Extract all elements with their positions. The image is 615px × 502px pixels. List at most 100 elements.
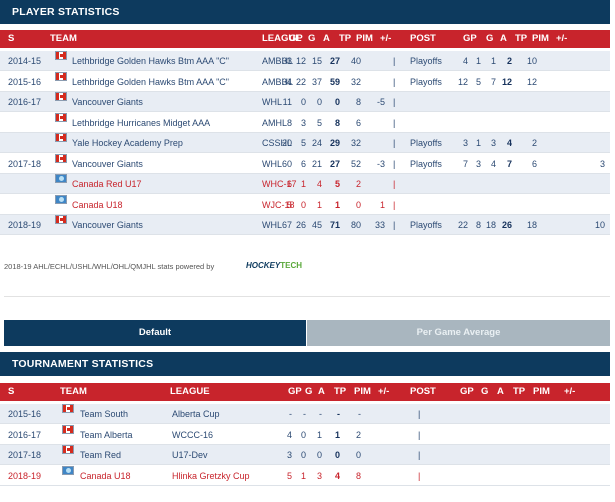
team-link[interactable]: Team Red [80, 445, 121, 465]
stat-pim: 2 [355, 429, 361, 440]
player-stats-row: 2016-17 Vancouver Giants WHL 11 0 0 0 8 -5 | [0, 92, 610, 112]
team-link[interactable]: Vancouver Giants [72, 154, 143, 174]
col-post-a: A [497, 386, 504, 397]
hockeytech-logo-b: TECH [280, 261, 303, 270]
team-link[interactable]: Canada Red U17 [72, 174, 142, 194]
stat-gp: 8 [286, 117, 292, 128]
team-link[interactable]: Team South [80, 404, 128, 424]
stat-a: 37 [311, 76, 322, 87]
season-link[interactable]: 2015-16 [8, 404, 41, 424]
stat-a: 0 [316, 450, 322, 460]
stat-pim: - [358, 409, 361, 419]
stat-pa: 1 [490, 56, 496, 66]
team-link[interactable]: Lethbridge Golden Hawks Btm AAA "C" [72, 72, 229, 92]
stat-pim: 52 [350, 158, 361, 169]
league-link[interactable]: AMHL [262, 113, 287, 133]
col-a: A [323, 33, 330, 44]
stat-pg: 1 [475, 138, 481, 148]
stat-g: 5 [300, 138, 306, 148]
stat-ptp: 12 [501, 76, 512, 87]
stat-pm: -3 [376, 158, 385, 169]
stat-a: 3 [316, 470, 322, 481]
stat-gp: 5 [286, 470, 292, 481]
col-pim: PIM [356, 33, 373, 44]
season-link[interactable]: 2017-18 [8, 445, 41, 465]
stat-pgp: 7 [462, 158, 468, 169]
league-link[interactable]: WHL [262, 92, 282, 112]
season-link[interactable]: 2017-18 [8, 154, 41, 174]
league-link[interactable]: U17-Dev [172, 445, 208, 465]
season-link[interactable]: 2014-15 [8, 51, 41, 71]
stat-pm: -5 [376, 97, 385, 107]
canada-flag-icon [55, 153, 67, 163]
hockeytech-logo[interactable]: HOCKEYTECH [246, 258, 302, 274]
stat-tp: 71 [329, 220, 340, 230]
league-link[interactable]: Hlinka Gretzky Cup [172, 466, 250, 486]
stat-a: 4 [316, 179, 322, 189]
league-link[interactable]: WHL [262, 154, 282, 174]
stat-sep: | [393, 158, 396, 169]
stat-gp: 4 [286, 429, 292, 440]
col-post-plus-minus: +/- [564, 386, 576, 397]
team-link[interactable]: Team Alberta [80, 425, 133, 445]
stat-sep: | [393, 199, 396, 210]
stat-tp: 0 [334, 450, 340, 460]
canada-flag-icon [55, 92, 67, 101]
stat-ppm: 3 [599, 158, 605, 169]
stat-tp: 1 [334, 199, 340, 210]
stat-tp: 5 [334, 179, 340, 189]
stat-pm: 33 [374, 220, 385, 230]
canada-flag-icon [62, 445, 74, 454]
col-a: A [318, 386, 325, 397]
team-link[interactable]: Vancouver Giants [72, 92, 143, 112]
stat-sep: | [418, 450, 421, 460]
stat-a: 24 [311, 138, 322, 148]
stat-a: 5 [316, 117, 322, 128]
tournament-stats-row: 2015-16 Team South Alberta Cup - - - - - | [0, 404, 610, 424]
stat-a: 15 [311, 56, 322, 66]
team-link[interactable]: Lethbridge Hurricanes Midget AAA [72, 113, 210, 133]
col-post-plus-minus: +/- [556, 33, 568, 44]
team-link[interactable]: Canada U18 [80, 466, 131, 486]
stat-pim: 32 [350, 76, 361, 87]
season-link[interactable]: 2016-17 [8, 92, 41, 112]
stat-sep: | [393, 117, 396, 128]
league-link[interactable]: Alberta Cup [172, 404, 220, 424]
season-link[interactable]: 2018-19 [8, 466, 41, 486]
season-link[interactable]: 2015-16 [8, 72, 41, 92]
col-post: POST [410, 386, 436, 397]
stat-post: Playoffs [410, 76, 442, 87]
stat-pa: 7 [490, 76, 496, 87]
stat-sep: | [418, 409, 421, 419]
stat-pim: 80 [350, 220, 361, 230]
league-link[interactable]: WCCC-16 [172, 425, 213, 445]
col-post-tp: TP [513, 386, 526, 397]
stat-tp: 59 [329, 76, 340, 87]
stat-g: 22 [295, 76, 306, 87]
stat-ptp: 4 [506, 138, 512, 148]
col-post-a: A [500, 33, 507, 44]
col-post-g: G [481, 386, 489, 397]
tab-default[interactable]: Default [4, 320, 306, 346]
stat-ppim: 6 [531, 158, 537, 169]
col-post: POST [410, 33, 436, 44]
col-pim: PIM [354, 386, 371, 397]
team-link[interactable]: Canada U18 [72, 195, 123, 215]
stat-sep: | [393, 97, 396, 107]
stat-pg: 3 [475, 158, 481, 169]
canada-flag-icon [55, 71, 67, 81]
tab-per-game-average[interactable]: Per Game Average [307, 320, 610, 346]
team-link[interactable]: Yale Hockey Academy Prep [72, 133, 183, 153]
col-team: TEAM [50, 33, 77, 44]
team-link[interactable]: Lethbridge Golden Hawks Btm AAA "C" [72, 51, 229, 71]
stat-g: 3 [300, 117, 306, 128]
team-link[interactable]: Vancouver Giants [72, 215, 143, 235]
player-stats-row: 2014-15 Lethbridge Golden Hawks Btm AAA "… [0, 51, 610, 71]
season-link[interactable]: 2018-19 [8, 215, 41, 235]
stat-ptp: 26 [501, 220, 512, 230]
stat-tp: - [337, 409, 340, 419]
stat-gp: 20 [281, 138, 292, 148]
stat-gp: - [289, 409, 292, 419]
league-link[interactable]: WHL [262, 215, 282, 235]
season-link[interactable]: 2016-17 [8, 425, 41, 445]
